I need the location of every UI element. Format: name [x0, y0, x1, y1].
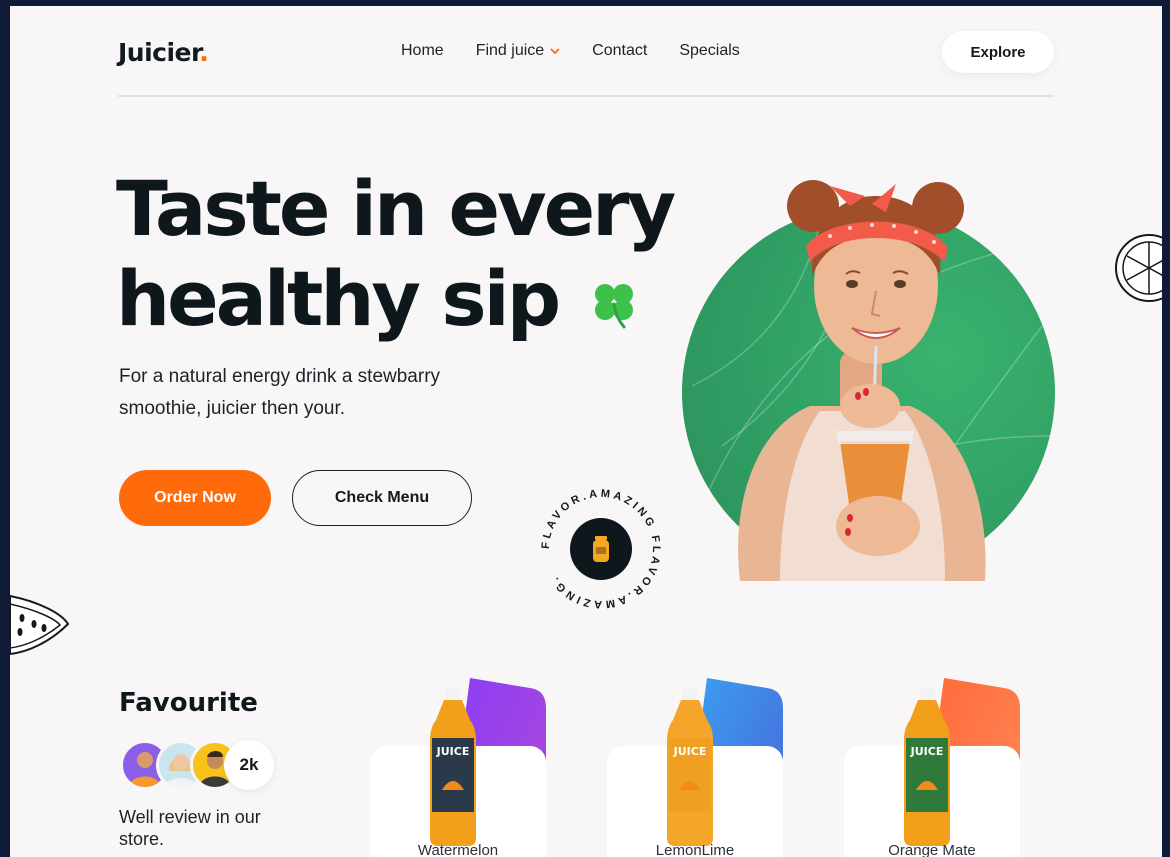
product-name: LemonLime [655, 842, 735, 857]
svg-text:JUICE: JUICE [436, 745, 470, 758]
product-card-lemonlime[interactable]: JUICE LemonLime [607, 678, 847, 857]
watermelon-slice-icon [10, 594, 70, 656]
product-card-watermelon[interactable]: JUICE Watermelon [370, 678, 610, 857]
landing-page: Juicier. Home Find juice Contact Special… [10, 6, 1162, 857]
nav-home-label: Home [401, 42, 444, 59]
hero-title: Taste in every healthy sip [116, 164, 676, 344]
header-divider [118, 95, 1054, 97]
flavor-badge: FLAVOR.AMAZING FLAVOR.AMAZING. [540, 488, 659, 611]
juice-bottle-image: JUICE [904, 688, 950, 846]
hero-subtitle: For a natural energy drink a stewbarry s… [119, 366, 441, 419]
nav-specials[interactable]: Specials [679, 42, 739, 60]
explore-button[interactable]: Explore [942, 31, 1054, 73]
nav-home[interactable]: Home [401, 42, 444, 60]
product-card-orange-mate[interactable]: JUICE Orange Mate [844, 678, 1084, 857]
order-now-button[interactable]: Order Now [119, 470, 271, 526]
svg-text:JUICE: JUICE [673, 745, 707, 758]
nav-contact[interactable]: Contact [592, 42, 647, 60]
nav-find-juice[interactable]: Find juice [476, 42, 560, 60]
woman-drinking-juice-image [738, 180, 986, 581]
chevron-down-icon [550, 48, 560, 54]
hero-title-line-2: healthy sip [116, 254, 561, 343]
juice-bottle-image: JUICE [667, 688, 713, 846]
product-name: Orange Mate [888, 842, 976, 857]
review-count-badge: 2k [224, 740, 274, 790]
nav-specials-label: Specials [679, 42, 740, 59]
main-nav: Home Find juice Contact Specials [401, 42, 740, 60]
brand-name: Juicier [118, 38, 200, 67]
brand-logo[interactable]: Juicier. [118, 38, 209, 67]
review-text: Well review in our store. [119, 807, 261, 849]
brand-dot: . [199, 38, 209, 67]
clover-icon [594, 284, 633, 329]
reviewer-avatars: 2k [120, 740, 280, 792]
juice-bottle-image: JUICE [430, 688, 476, 846]
nav-contact-label: Contact [592, 42, 648, 59]
nav-find-juice-label: Find juice [475, 42, 545, 59]
favourite-title: Favourite [119, 688, 258, 718]
svg-text:JUICE: JUICE [910, 745, 944, 758]
check-menu-button[interactable]: Check Menu [292, 470, 472, 526]
hero-title-line-1: Taste in every [116, 164, 676, 253]
lemon-slice-icon [1115, 234, 1162, 302]
product-name: Watermelon [417, 842, 499, 857]
